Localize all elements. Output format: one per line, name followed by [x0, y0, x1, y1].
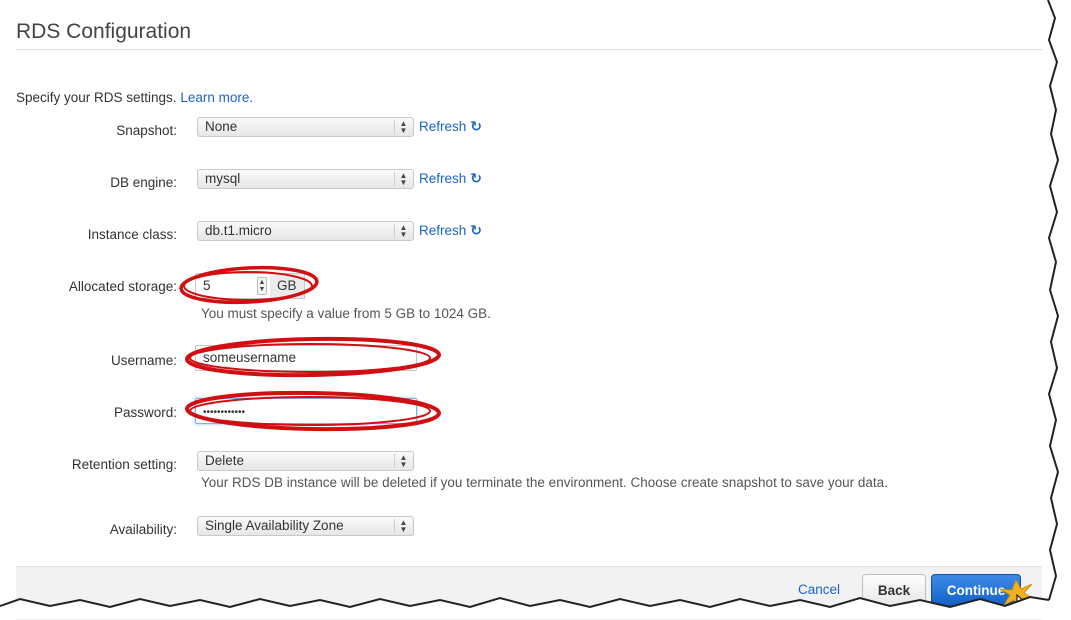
retention-label: Retention setting:: [71, 457, 177, 472]
snapshot-value: None: [205, 119, 238, 134]
storage-stepper-icon[interactable]: ▲ ▼: [257, 277, 267, 295]
retention-select[interactable]: Delete ▲ ▼: [197, 451, 414, 471]
refresh-label: Refresh: [419, 119, 467, 134]
select-arrows-icon: ▲ ▼: [394, 172, 409, 187]
password-input[interactable]: ••••••••••••: [195, 398, 417, 424]
username-label: Username:: [110, 353, 177, 368]
refresh-icon: ↻: [470, 222, 483, 238]
instance-class-label: Instance class:: [87, 227, 177, 242]
db-engine-value: mysql: [205, 171, 241, 186]
password-value: ••••••••••••: [203, 407, 246, 418]
cancel-button[interactable]: Cancel: [798, 582, 840, 597]
select-arrows-icon: ▲ ▼: [394, 120, 409, 135]
retention-help-text: Your RDS DB instance will be deleted if …: [201, 475, 888, 490]
continue-button[interactable]: Continue: [931, 574, 1021, 608]
snapshot-refresh-button[interactable]: Refresh ↻: [419, 118, 482, 135]
page-title: RDS Configuration: [16, 20, 192, 43]
allocated-storage-label: Allocated storage:: [68, 279, 177, 294]
learn-more-link[interactable]: Learn more.: [180, 90, 253, 105]
instance-class-refresh-button[interactable]: Refresh ↻: [419, 222, 482, 239]
username-input[interactable]: someusername: [195, 345, 417, 371]
availability-value: Single Availability Zone: [205, 518, 344, 533]
refresh-icon: ↻: [470, 170, 483, 186]
instance-class-select[interactable]: db.t1.micro ▲ ▼: [197, 221, 414, 241]
intro-label: Specify your RDS settings.: [16, 90, 181, 105]
storage-help-text: You must specify a value from 5 GB to 10…: [201, 306, 491, 321]
refresh-icon: ↻: [470, 118, 483, 134]
intro-text: Specify your RDS settings. Learn more.: [16, 90, 253, 105]
select-arrows-icon: ▲ ▼: [394, 519, 409, 534]
db-engine-label: DB engine:: [110, 175, 177, 190]
snapshot-label: Snapshot:: [116, 123, 177, 138]
allocated-storage-value: 5: [203, 278, 211, 293]
storage-unit: GB: [270, 273, 305, 299]
db-engine-select[interactable]: mysql ▲ ▼: [197, 169, 414, 189]
select-arrows-icon: ▲ ▼: [394, 454, 409, 469]
snapshot-select[interactable]: None ▲ ▼: [197, 117, 414, 137]
refresh-label: Refresh: [419, 223, 467, 238]
select-arrows-icon: ▲ ▼: [394, 224, 409, 239]
password-label: Password:: [113, 405, 177, 420]
title-divider: [16, 49, 1042, 50]
back-button[interactable]: Back: [862, 574, 926, 608]
availability-select[interactable]: Single Availability Zone ▲ ▼: [197, 516, 414, 536]
rds-configuration-page: RDS Configuration Specify your RDS setti…: [0, 0, 1071, 620]
username-value: someusername: [203, 350, 297, 365]
availability-label: Availability:: [109, 522, 177, 537]
retention-value: Delete: [205, 453, 245, 468]
db-engine-refresh-button[interactable]: Refresh ↻: [419, 170, 482, 187]
refresh-label: Refresh: [419, 171, 467, 186]
instance-class-value: db.t1.micro: [205, 223, 272, 238]
